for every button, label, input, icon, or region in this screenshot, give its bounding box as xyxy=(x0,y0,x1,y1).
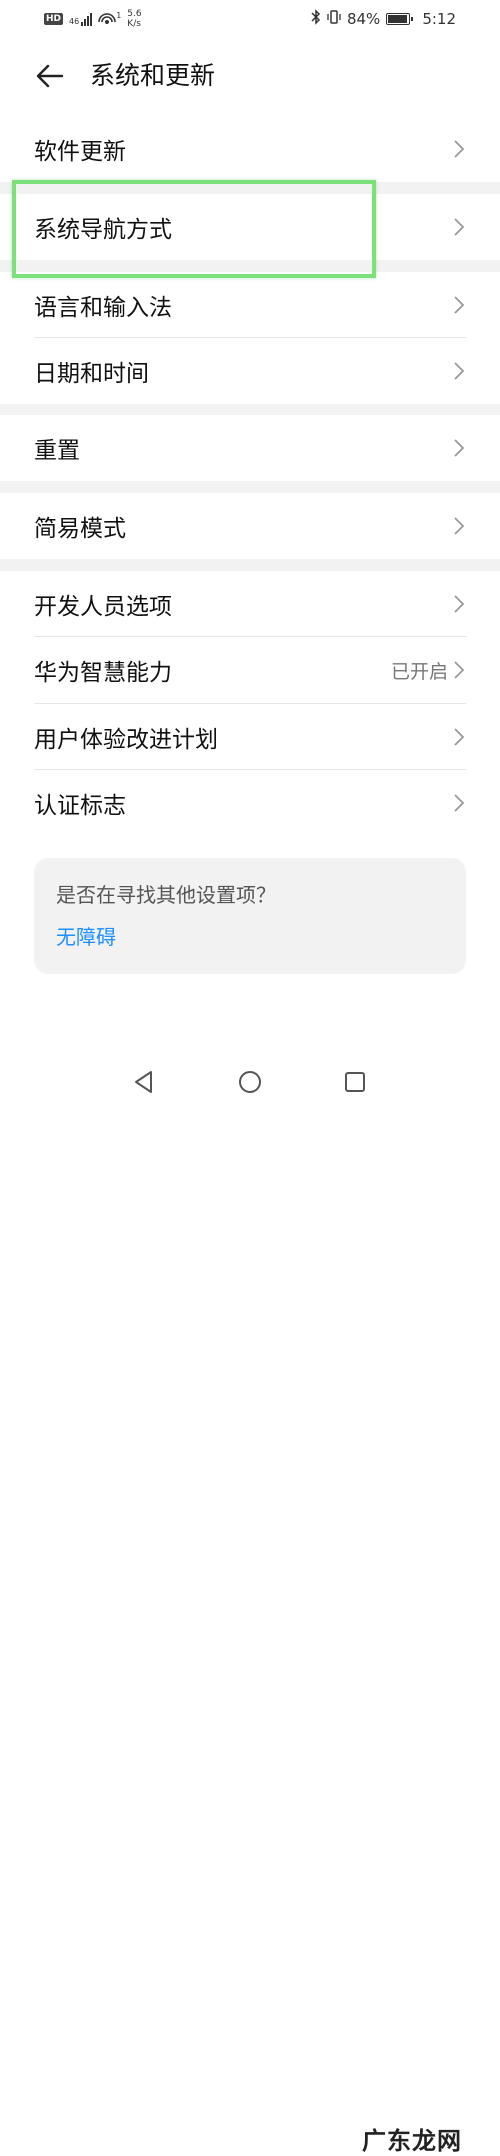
row-language-input[interactable]: 语言和输入法 xyxy=(0,272,500,338)
chevron-right-icon xyxy=(454,296,465,314)
row-label: 用户体验改进计划 xyxy=(34,727,218,753)
vibrate-icon xyxy=(327,9,341,29)
signal-label: 46 xyxy=(69,16,80,26)
wifi-hotspot-icon: 1 xyxy=(98,11,121,27)
status-bar: HD 46 1 5.6 K/s 84% 5:12 xyxy=(0,0,500,38)
navigation-bar: 广东龙网 xyxy=(0,1055,500,2155)
row-label: 日期和时间 xyxy=(34,361,149,387)
net-speed-unit: K/s xyxy=(127,19,141,29)
row-label: 软件更新 xyxy=(34,139,126,165)
chevron-right-icon xyxy=(454,439,465,457)
section-gap xyxy=(0,182,500,194)
clock: 5:12 xyxy=(422,10,456,28)
accessibility-link[interactable]: 无障碍 xyxy=(56,924,116,950)
row-developer-options[interactable]: 开发人员选项 xyxy=(0,571,500,637)
chevron-right-icon xyxy=(454,362,465,380)
row-status-value: 已开启 xyxy=(390,660,448,683)
nav-home-icon[interactable] xyxy=(238,1070,262,1094)
status-right: 84% 5:12 xyxy=(311,9,456,29)
chevron-right-icon xyxy=(454,517,465,535)
section-gap xyxy=(0,559,500,571)
net-speed: 5.6 K/s xyxy=(127,9,141,29)
section-gap xyxy=(0,481,500,493)
row-date-time[interactable]: 日期和时间 xyxy=(0,338,500,404)
section-gap xyxy=(0,260,500,272)
header: 系统和更新 xyxy=(0,52,500,102)
bluetooth-icon xyxy=(311,9,321,29)
suggestion-card: 是否在寻找其他设置项？ 无障碍 xyxy=(34,858,466,974)
row-huawei-ai[interactable]: 华为智慧能力 已开启 xyxy=(0,637,500,703)
row-software-update[interactable]: 软件更新 xyxy=(0,116,500,182)
chevron-right-icon xyxy=(454,661,465,679)
chevron-right-icon xyxy=(454,140,465,158)
row-reset[interactable]: 重置 xyxy=(0,415,500,481)
suggestion-question: 是否在寻找其他设置项？ xyxy=(56,883,276,907)
battery-icon xyxy=(386,13,414,25)
section-gap xyxy=(0,403,500,415)
status-left: HD 46 1 5.6 K/s xyxy=(44,9,142,29)
row-label: 认证标志 xyxy=(34,793,126,819)
net-speed-value: 5.6 xyxy=(127,9,142,19)
row-ux-improvement[interactable]: 用户体验改进计划 xyxy=(0,704,500,770)
notification-count: 1 xyxy=(116,11,122,20)
watermark-text: 广东龙网 xyxy=(362,2127,462,2155)
row-label: 开发人员选项 xyxy=(34,594,172,620)
row-certification[interactable]: 认证标志 xyxy=(0,770,500,836)
chevron-right-icon xyxy=(454,794,465,812)
row-label: 语言和输入法 xyxy=(34,295,172,321)
nav-back-icon[interactable] xyxy=(132,1069,156,1095)
row-label: 重置 xyxy=(34,438,80,464)
chevron-right-icon xyxy=(454,218,465,236)
row-label: 简易模式 xyxy=(34,516,126,542)
row-label: 华为智慧能力 xyxy=(34,660,172,686)
row-simple-mode[interactable]: 简易模式 xyxy=(0,493,500,559)
chevron-right-icon xyxy=(454,595,465,613)
arrow-left-icon[interactable] xyxy=(34,60,66,92)
page-title: 系统和更新 xyxy=(90,61,216,90)
battery-percent: 84% xyxy=(346,10,381,28)
chevron-right-icon xyxy=(454,728,465,746)
signal-icon: 46 xyxy=(69,12,93,26)
row-system-navigation[interactable]: 系统导航方式 xyxy=(0,194,500,260)
nav-recent-icon[interactable] xyxy=(344,1071,366,1093)
row-label: 系统导航方式 xyxy=(34,217,172,243)
hd-badge: HD xyxy=(44,13,64,25)
